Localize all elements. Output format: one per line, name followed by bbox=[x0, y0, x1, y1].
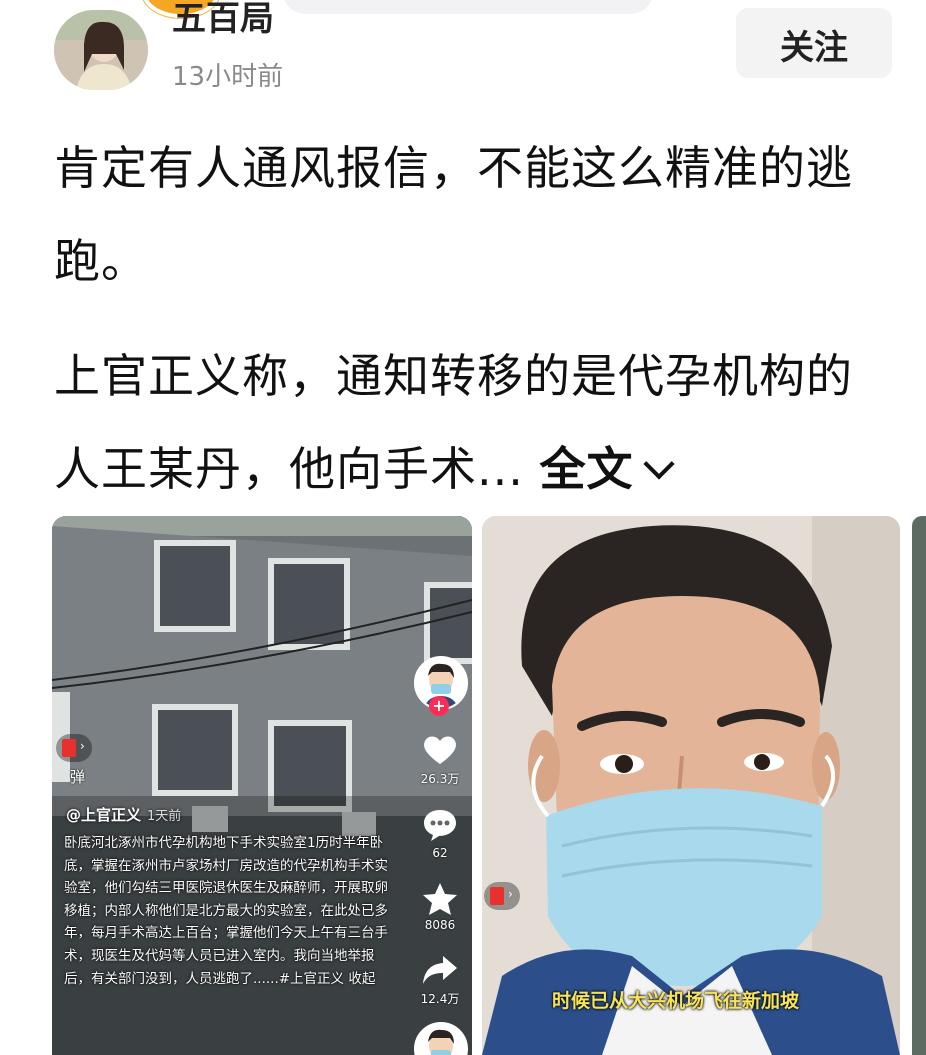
post-timestamp: 13小时前 bbox=[172, 62, 284, 92]
expand-label: 全文 bbox=[539, 442, 634, 496]
red-packet-badge-2[interactable]: › bbox=[484, 882, 520, 910]
comments-count: 62 bbox=[432, 846, 448, 860]
post-text-body: 上官正义称，通知转移的是代孕机构的人王某丹，他向手术... bbox=[54, 349, 853, 496]
expand-full-text-button[interactable]: 全文 bbox=[539, 442, 675, 496]
share-icon[interactable] bbox=[421, 954, 459, 986]
post-text-paragraph-2: 上官正义称，通知转移的是代孕机构的人王某丹，他向手术... 全文 bbox=[54, 330, 884, 516]
shares-count: 12.4万 bbox=[420, 992, 460, 1006]
video-subtitle: 时候已从大兴机场飞往新加坡 bbox=[552, 990, 800, 1012]
red-packet-badge[interactable]: › bbox=[56, 734, 92, 762]
follow-button[interactable]: 关注 bbox=[736, 8, 892, 78]
video-posted-time: 1天前 bbox=[147, 809, 182, 824]
heart-icon[interactable] bbox=[422, 734, 458, 766]
post-text-paragraph-1: 肯定有人通风报信，不能这么精准的逃跑。 bbox=[54, 141, 853, 288]
avatar[interactable] bbox=[54, 10, 148, 90]
username[interactable]: 五百局 bbox=[172, 2, 274, 38]
red-packet-icon-2 bbox=[490, 887, 504, 905]
video-author-name: @上官正义 bbox=[66, 806, 142, 824]
red-packet-icon bbox=[62, 739, 76, 757]
follow-label: 关注 bbox=[780, 28, 848, 68]
chevron-down-icon bbox=[642, 448, 675, 480]
search-bar[interactable] bbox=[282, 0, 654, 14]
video-description: 卧底河北涿州市代孕机构地下手术实验室1历时半年卧底，掌握在涿州市卢家场村厂房改造… bbox=[64, 835, 388, 987]
chevron-right-icon-2: › bbox=[508, 887, 513, 901]
masked-man-photo bbox=[482, 516, 900, 1055]
post-image-1[interactable]: › 弹 + 26.3万 62 8086 12.4万 @上官正义 1天前 卧底河北涿… bbox=[52, 516, 472, 1055]
star-icon[interactable] bbox=[422, 882, 458, 916]
video-author[interactable]: @上官正义 1天前 bbox=[66, 804, 181, 825]
post-image-3[interactable] bbox=[912, 516, 926, 1055]
comment-icon[interactable] bbox=[422, 808, 458, 842]
danmu-toggle[interactable]: 弹 bbox=[70, 766, 85, 787]
likes-count: 26.3万 bbox=[420, 772, 460, 786]
chevron-right-icon: › bbox=[80, 739, 85, 753]
follow-plus-icon[interactable]: + bbox=[429, 696, 449, 716]
favorites-count: 8086 bbox=[424, 918, 456, 932]
post-image-2[interactable]: › 时候已从大兴机场飞往新加坡 bbox=[482, 516, 900, 1055]
